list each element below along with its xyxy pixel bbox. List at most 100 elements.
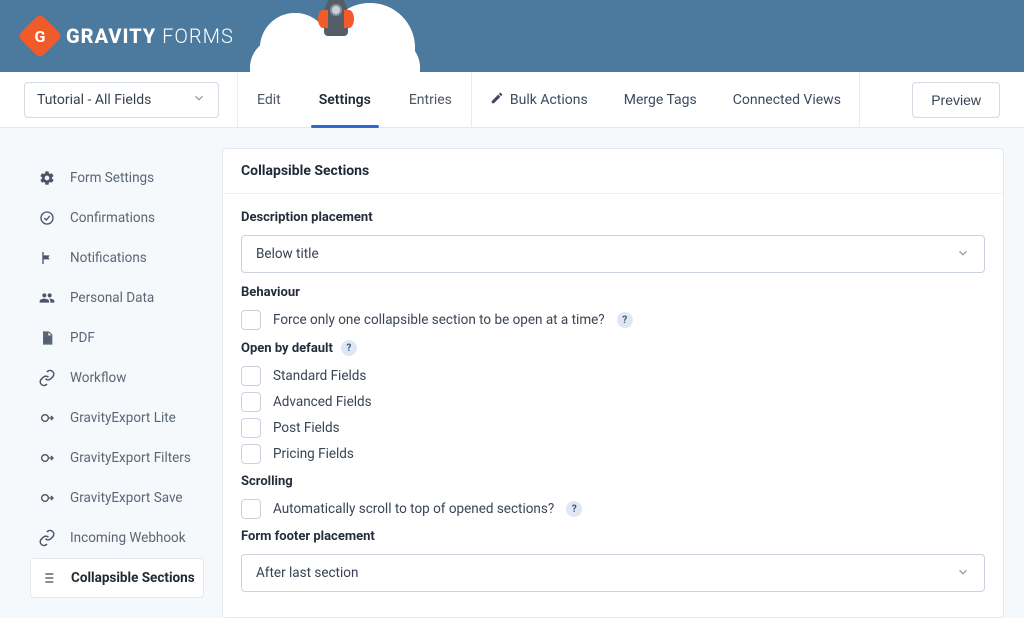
sidebar-item-gravityexport-filters[interactable]: GravityExport Filters (30, 438, 204, 478)
checkbox-post-fields-label: Post Fields (273, 420, 340, 436)
brand-text: GRAVITY FORMS (66, 24, 234, 48)
action-bulk-label: Bulk Actions (510, 92, 588, 108)
people-icon (38, 289, 56, 307)
checkbox-force-one-label: Force only one collapsible section to be… (273, 312, 605, 328)
brand-logo: G GRAVITY FORMS (24, 20, 234, 52)
tab-edit[interactable]: Edit (238, 72, 300, 127)
sidebar-item-label: Personal Data (70, 290, 154, 306)
sidebar-item-label: GravityExport Save (70, 490, 183, 506)
tab-settings[interactable]: Settings (300, 72, 390, 127)
checkbox-standard-fields[interactable] (241, 366, 261, 386)
check-circle-icon (38, 209, 56, 227)
chevron-down-icon (192, 91, 206, 109)
sidebar-item-label: Incoming Webhook (70, 530, 186, 546)
label-behaviour: Behaviour (241, 285, 985, 300)
tab-entries[interactable]: Entries (390, 72, 471, 127)
sidebar-item-pdf[interactable]: PDF (30, 318, 204, 358)
action-bulk[interactable]: Bulk Actions (472, 72, 606, 127)
row-auto-scroll: Automatically scroll to top of opened se… (241, 499, 985, 519)
label-open-by-default: Open by default ? (241, 340, 985, 356)
sidebar-item-notifications[interactable]: Notifications (30, 238, 204, 278)
tab-settings-label: Settings (319, 92, 371, 108)
label-description-placement: Description placement (241, 210, 985, 225)
preview-button-label: Preview (931, 92, 981, 108)
sidebar-item-label: PDF (70, 330, 95, 346)
row-standard-fields: Standard Fields (241, 366, 985, 386)
select-footer-placement[interactable]: After last section (241, 554, 985, 592)
panel-body: Description placement Below title Behavi… (223, 194, 1003, 616)
list-icon (39, 569, 57, 587)
sidebar-item-label: Notifications (70, 250, 147, 266)
select-footer-placement-value: After last section (256, 565, 358, 581)
sidebar-item-collapsible-sections[interactable]: Collapsible Sections (30, 558, 204, 598)
checkbox-pricing-fields-label: Pricing Fields (273, 446, 354, 462)
sidebar-item-incoming-webhook[interactable]: Incoming Webhook (30, 518, 204, 558)
form-selector-dropdown[interactable]: Tutorial - All Fields (24, 82, 219, 118)
row-advanced-fields: Advanced Fields (241, 392, 985, 412)
sidebar-item-label: Collapsible Sections (71, 570, 195, 586)
tab-entries-label: Entries (409, 92, 452, 108)
sidebar-item-gravityexport-lite[interactable]: GravityExport Lite (30, 398, 204, 438)
sidebar-item-form-settings[interactable]: Form Settings (30, 158, 204, 198)
label-footer-placement: Form footer placement (241, 529, 985, 544)
link-icon (38, 529, 56, 547)
sidebar-item-gravityexport-save[interactable]: GravityExport Save (30, 478, 204, 518)
checkbox-auto-scroll-label: Automatically scroll to top of opened se… (273, 501, 554, 517)
main-tabs: Edit Settings Entries (237, 72, 472, 127)
checkbox-standard-fields-label: Standard Fields (273, 368, 366, 384)
sidebar-item-confirmations[interactable]: Confirmations (30, 198, 204, 238)
chevron-down-icon (956, 246, 970, 263)
export-icon (38, 489, 56, 507)
settings-sidebar: Form Settings Confirmations Notification… (0, 128, 222, 618)
gear-icon (38, 169, 56, 187)
help-icon[interactable]: ? (617, 312, 633, 328)
action-connected-views[interactable]: Connected Views (715, 72, 859, 127)
app-header: G GRAVITY FORMS (0, 0, 1024, 72)
help-icon[interactable]: ? (566, 501, 582, 517)
document-icon (38, 329, 56, 347)
checkbox-advanced-fields[interactable] (241, 392, 261, 412)
sidebar-item-label: Workflow (70, 370, 126, 386)
action-merge-tags-label: Merge Tags (624, 92, 697, 108)
sidebar-item-personal-data[interactable]: Personal Data (30, 278, 204, 318)
brand-light: FORMS (162, 24, 234, 48)
label-open-by-default-text: Open by default (241, 341, 333, 356)
select-description-placement[interactable]: Below title (241, 235, 985, 273)
rocket-illustration (250, 0, 420, 72)
pencil-icon (490, 91, 504, 109)
help-icon[interactable]: ? (341, 340, 357, 356)
preview-button[interactable]: Preview (912, 82, 1000, 118)
export-icon (38, 449, 56, 467)
flag-icon (38, 249, 56, 267)
chevron-down-icon (956, 565, 970, 582)
body-area: Form Settings Confirmations Notification… (0, 128, 1024, 618)
tab-edit-label: Edit (257, 92, 281, 108)
row-force-one: Force only one collapsible section to be… (241, 310, 985, 330)
row-post-fields: Post Fields (241, 418, 985, 438)
content-area: Collapsible Sections Description placeme… (222, 128, 1024, 618)
brand-bold: GRAVITY (66, 24, 156, 48)
sidebar-item-label: GravityExport Filters (70, 450, 191, 466)
form-selector-value: Tutorial - All Fields (37, 92, 151, 108)
row-pricing-fields: Pricing Fields (241, 444, 985, 464)
sidebar-item-label: GravityExport Lite (70, 410, 176, 426)
sidebar-item-label: Confirmations (70, 210, 155, 226)
settings-panel: Collapsible Sections Description placeme… (222, 148, 1004, 618)
checkbox-force-one[interactable] (241, 310, 261, 330)
nav-bar: Tutorial - All Fields Edit Settings Entr… (0, 72, 1024, 128)
action-connected-views-label: Connected Views (733, 92, 841, 108)
link-icon (38, 369, 56, 387)
checkbox-post-fields[interactable] (241, 418, 261, 438)
checkbox-pricing-fields[interactable] (241, 444, 261, 464)
label-scrolling: Scrolling (241, 474, 985, 489)
export-icon (38, 409, 56, 427)
sidebar-item-workflow[interactable]: Workflow (30, 358, 204, 398)
checkbox-advanced-fields-label: Advanced Fields (273, 394, 372, 410)
sidebar-item-label: Form Settings (70, 170, 154, 186)
select-description-placement-value: Below title (256, 246, 319, 262)
action-tabs: Bulk Actions Merge Tags Connected Views (472, 72, 860, 127)
action-merge-tags[interactable]: Merge Tags (606, 72, 715, 127)
checkbox-auto-scroll[interactable] (241, 499, 261, 519)
panel-title: Collapsible Sections (223, 149, 1003, 194)
brand-badge-icon: G (17, 13, 62, 58)
